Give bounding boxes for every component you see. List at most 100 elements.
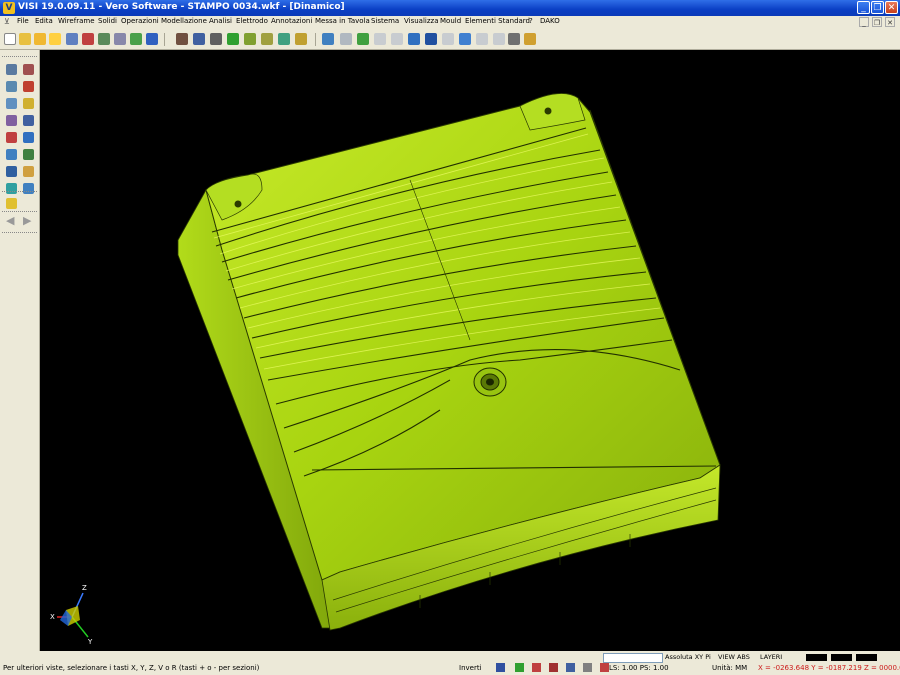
zoom-icon[interactable] [278,33,290,45]
line-icon[interactable] [23,115,34,126]
status-tool-icon[interactable] [515,663,524,672]
mdi-close-button[interactable]: ✕ [885,17,895,27]
status-tool-icon[interactable] [566,663,575,672]
mirror-icon[interactable] [23,166,34,177]
menu-solidi[interactable]: Solidi [98,17,117,25]
document-icon[interactable]: ⊻ [4,17,13,28]
measure-icon[interactable] [6,98,17,109]
copy-icon[interactable] [114,33,126,45]
menu-visualizza[interactable]: Visualizza [404,17,438,25]
refresh-icon[interactable] [322,33,334,45]
menu-mould[interactable]: Mould [440,17,461,25]
menu-elettrodo[interactable]: Elettrodo [236,17,268,25]
open-icon[interactable] [34,33,46,45]
tools-icon[interactable] [508,33,520,45]
menu-elementi-standard[interactable]: Elementi Standard [465,17,530,25]
select-icon[interactable] [6,64,17,75]
loft-icon[interactable] [476,33,488,45]
sphere-icon[interactable] [391,33,403,45]
toolbar-grip[interactable] [2,56,37,59]
circle-icon[interactable] [6,132,17,143]
axis-triad [57,592,89,638]
cylinder-icon[interactable] [340,33,352,45]
undo-icon[interactable] [146,33,158,45]
menu-analisi[interactable]: Analisi [209,17,232,25]
command-input[interactable] [603,653,663,663]
rotate-entity-icon[interactable] [23,149,34,160]
cut-icon[interactable] [98,33,110,45]
layer-label[interactable]: LAYERI [760,653,782,661]
toolbar-grip[interactable] [2,191,37,194]
status-tool-icon[interactable] [600,663,609,672]
menu-modellazione[interactable]: Modellazione [161,17,207,25]
new-file-icon[interactable] [4,33,16,45]
cone-icon[interactable] [374,33,386,45]
maximize-button[interactable]: ❐ [871,1,884,14]
print-preview-icon[interactable] [82,33,94,45]
open-folder-icon[interactable] [19,33,31,45]
wire-icon[interactable] [227,33,239,45]
delete-icon[interactable] [23,81,34,92]
minimize-button[interactable]: _ [857,1,870,14]
axis-y-label: Y [88,638,93,646]
revolve-icon[interactable] [442,33,454,45]
lineweight-swatch[interactable] [856,654,877,661]
shell-icon[interactable] [493,33,505,45]
save-icon[interactable] [49,33,61,45]
pan-icon[interactable] [295,33,307,45]
back-arrow-icon[interactable]: ◀ [6,215,17,226]
menu-help[interactable]: ? [529,17,533,25]
window-title: VISI 19.0.09.11 - Vero Software - STAMPO… [18,2,345,12]
box-icon[interactable] [6,81,17,92]
move-icon[interactable] [6,149,17,160]
section-icon[interactable] [261,33,273,45]
main-toolbar [0,30,900,50]
view-plane-label[interactable]: Assoluta XY Pi [665,653,711,661]
layer-icon[interactable] [176,33,188,45]
3d-viewport[interactable]: Z X Y [40,50,900,651]
menu-operazioni[interactable]: Operazioni [121,17,159,25]
folder-icon[interactable] [6,198,17,209]
coords-readout: X = -0263.648 Y = -0187.219 Z = 0000.000 [758,664,900,672]
edit-icon[interactable] [23,98,34,109]
screw-hole-right [544,107,552,115]
shade-icon[interactable] [210,33,222,45]
menu-dako[interactable]: DAKO [540,17,560,25]
point-icon[interactable] [6,115,17,126]
menu-bar: ⊻ File Edita Wireframe Solidi Operazioni… [0,16,900,30]
linestyle-swatch[interactable] [831,654,852,661]
menu-file[interactable]: File [17,17,29,25]
invert-label[interactable]: Inverti [459,664,482,672]
block-icon[interactable] [357,33,369,45]
scale-icon[interactable] [6,166,17,177]
sweep-icon[interactable] [459,33,471,45]
grid-icon[interactable] [524,33,536,45]
menu-annotazioni[interactable]: Annotazioni [271,17,312,25]
menu-wireframe[interactable]: Wireframe [58,17,95,25]
toolbar-grip[interactable] [2,232,37,235]
arc-icon[interactable] [23,132,34,143]
status-tool-icon[interactable] [496,663,505,672]
axis-x-label: X [50,613,55,621]
paste-icon[interactable] [130,33,142,45]
status-tool-icon[interactable] [583,663,592,672]
torus-icon[interactable] [408,33,420,45]
menu-sistema[interactable]: Sistema [371,17,399,25]
color-swatch[interactable] [806,654,827,661]
print-icon[interactable] [66,33,78,45]
close-button[interactable]: ✕ [885,1,898,14]
units-readout: Unità: MM [712,664,748,672]
menu-messa-in-tavola[interactable]: Messa in Tavola [315,17,370,25]
forward-arrow-icon[interactable]: ▶ [23,215,34,226]
attribute-icon[interactable] [193,33,205,45]
status-tool-icon[interactable] [532,663,541,672]
status-hint: Per ulteriori viste, selezionare i tasti… [3,664,260,672]
hidden-icon[interactable] [244,33,256,45]
status-tool-icon[interactable] [549,663,558,672]
trim-icon[interactable] [23,64,34,75]
view-abs-label[interactable]: VIEW ABS [718,653,750,661]
menu-edita[interactable]: Edita [35,17,53,25]
mdi-minimize-button[interactable]: _ [859,17,869,27]
extrude-icon[interactable] [425,33,437,45]
mdi-restore-button[interactable]: ❐ [872,17,882,27]
